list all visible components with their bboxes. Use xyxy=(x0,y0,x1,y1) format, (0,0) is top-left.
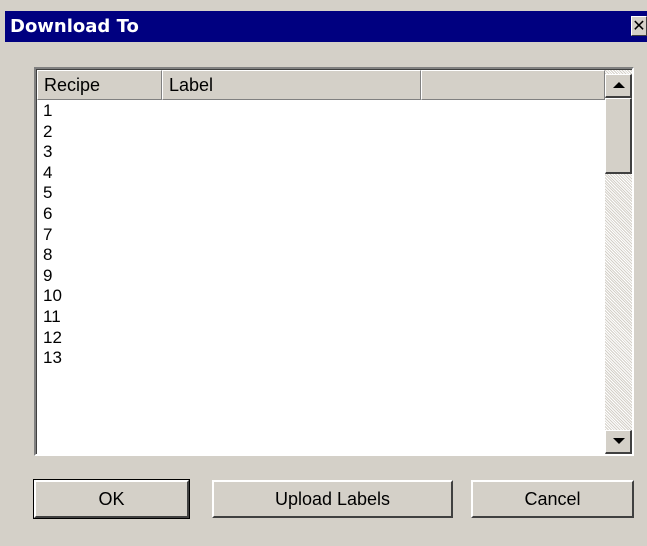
recipe-number: 10 xyxy=(43,286,62,306)
recipe-number: 4 xyxy=(43,162,53,182)
recipe-number: 2 xyxy=(43,121,53,141)
list-item[interactable]: 9 xyxy=(37,266,605,287)
list-item[interactable]: 13 xyxy=(37,348,605,369)
recipe-number: 13 xyxy=(43,348,62,368)
list-item[interactable]: 12 xyxy=(37,328,605,349)
download-to-dialog: Download To ✕ Recipe Label 1 2 3 4 5 6 7 8 9 10 11… xyxy=(0,0,647,546)
list-item[interactable]: 10 xyxy=(37,286,605,307)
list-item[interactable]: 11 xyxy=(37,307,605,328)
list-item[interactable]: 7 xyxy=(37,225,605,246)
close-icon: ✕ xyxy=(632,16,646,35)
recipe-number: 7 xyxy=(43,224,53,244)
column-header-label[interactable]: Label xyxy=(162,70,421,100)
ok-button[interactable]: OK xyxy=(33,479,190,519)
list-rows: 1 2 3 4 5 6 7 8 9 10 11 12 13 xyxy=(37,101,605,369)
scroll-up-button[interactable] xyxy=(605,74,632,98)
recipe-number: 11 xyxy=(43,306,61,326)
dialog-title: Download To xyxy=(10,16,139,37)
list-header: Recipe Label xyxy=(37,70,605,100)
column-header-recipe[interactable]: Recipe xyxy=(37,70,162,100)
close-button[interactable]: ✕ xyxy=(631,16,647,36)
title-bar: Download To ✕ xyxy=(5,11,647,42)
column-header-blank[interactable] xyxy=(421,70,605,100)
recipe-list[interactable]: Recipe Label 1 2 3 4 5 6 7 8 9 10 11 12 13 xyxy=(34,67,634,456)
recipe-number: 6 xyxy=(43,203,53,223)
upload-labels-button[interactable]: Upload Labels xyxy=(212,480,453,518)
arrow-up-icon xyxy=(613,82,625,88)
recipe-list-inner: Recipe Label 1 2 3 4 5 6 7 8 9 10 11 12 13 xyxy=(36,69,632,454)
list-item[interactable]: 3 xyxy=(37,142,605,163)
list-item[interactable]: 6 xyxy=(37,204,605,225)
list-item[interactable]: 5 xyxy=(37,183,605,204)
recipe-number: 1 xyxy=(43,101,53,120)
recipe-number: 3 xyxy=(43,142,53,162)
cancel-button[interactable]: Cancel xyxy=(471,480,634,518)
list-item[interactable]: 8 xyxy=(37,245,605,266)
recipe-number: 5 xyxy=(43,183,53,203)
list-item[interactable]: 2 xyxy=(37,122,605,143)
list-item[interactable]: 4 xyxy=(37,163,605,184)
recipe-number: 12 xyxy=(43,327,62,347)
scroll-thumb[interactable] xyxy=(605,98,632,174)
recipe-number: 9 xyxy=(43,265,53,285)
recipe-number: 8 xyxy=(43,245,53,265)
list-item[interactable]: 1 xyxy=(37,101,605,122)
vertical-scrollbar[interactable] xyxy=(605,70,632,454)
scroll-down-button[interactable] xyxy=(605,430,632,454)
arrow-down-icon xyxy=(613,438,625,444)
